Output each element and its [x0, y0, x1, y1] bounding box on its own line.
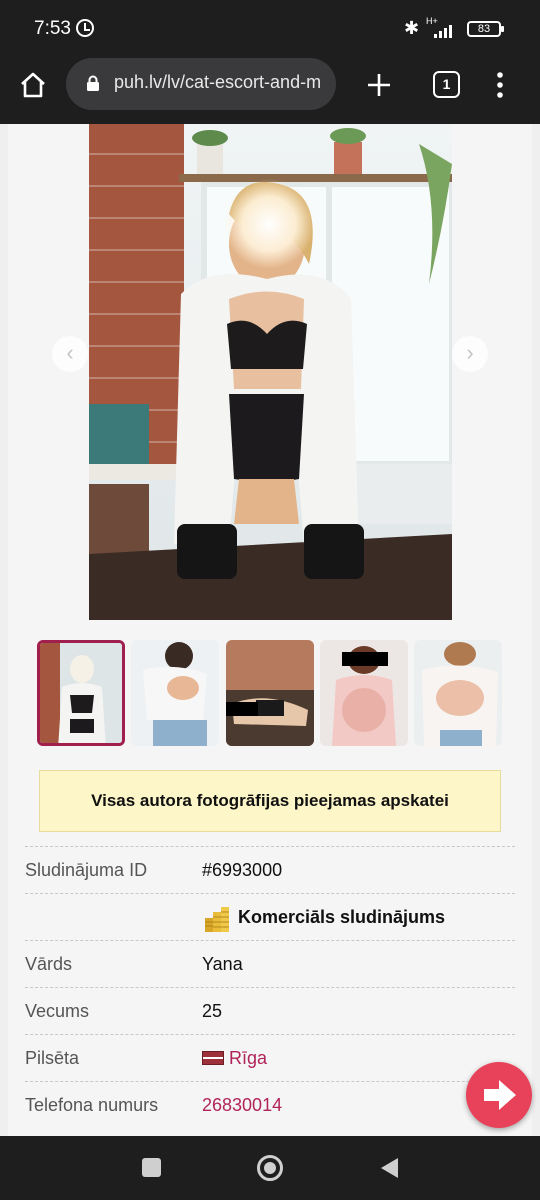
detail-row-commercial: Komerciāls sludinājums — [25, 893, 515, 940]
name-label: Vārds — [25, 954, 73, 974]
commercial-label: Komerciāls sludinājums — [238, 907, 446, 927]
thumbnail-4[interactable] — [320, 640, 408, 746]
name-value: Yana — [202, 954, 243, 974]
coins-icon — [205, 907, 229, 932]
city-link[interactable]: Rīga — [202, 1048, 267, 1069]
page-content[interactable]: ‹ › Visas autora fotogrāfijas pieejamas … — [0, 124, 540, 1136]
thumbnail-1[interactable] — [37, 640, 125, 746]
city-value[interactable]: Rīga — [229, 1048, 267, 1068]
battery-icon: 83 — [467, 21, 504, 37]
lock-icon — [87, 75, 99, 91]
alarm-icon — [76, 19, 94, 37]
detail-row-city: Pilsēta Rīga — [25, 1034, 515, 1081]
age-value: 25 — [202, 1001, 223, 1021]
back-icon[interactable] — [378, 1156, 400, 1180]
home-icon[interactable] — [18, 70, 48, 100]
home-nav-icon[interactable] — [257, 1155, 283, 1181]
gallery-prev-button[interactable]: ‹ — [52, 336, 88, 372]
url-bar[interactable]: puh.lv/lv/cat-escort-and-m — [66, 58, 336, 110]
new-tab-icon[interactable] — [364, 70, 394, 100]
city-label: Pilsēta — [25, 1048, 80, 1068]
overflow-menu-icon[interactable] — [494, 70, 506, 100]
recents-icon[interactable] — [142, 1158, 161, 1177]
phone-label: Telefona numurs — [25, 1095, 159, 1115]
id-label: Sludinājuma ID — [25, 860, 148, 880]
status-time: 7:53 — [34, 18, 71, 39]
url-text[interactable]: puh.lv/lv/cat-escort-and-m — [114, 72, 321, 93]
next-listing-button[interactable] — [466, 1062, 532, 1128]
thumbnail-5[interactable] — [414, 640, 502, 746]
listing-page: ‹ › Visas autora fotogrāfijas pieejamas … — [8, 124, 532, 1136]
status-bar: 7:53 ✱ H+ 83 — [0, 0, 540, 58]
photos-notice: Visas autora fotogrāfijas pieejamas apsk… — [39, 770, 501, 832]
thumbnail-3[interactable] — [226, 640, 314, 746]
detail-row-name: Vārds Yana — [25, 940, 515, 987]
signal-icon: H+ — [426, 16, 462, 40]
gallery-next-button[interactable]: › — [452, 336, 488, 372]
details-table: Sludinājuma ID #6993000 Komerciāls sludi… — [25, 846, 515, 1128]
detail-row-id: Sludinājuma ID #6993000 — [25, 846, 515, 893]
thumbnail-strip — [37, 640, 507, 748]
age-label: Vecums — [25, 1001, 90, 1021]
phone-link[interactable]: 26830014 — [202, 1095, 282, 1116]
tab-switcher-button[interactable]: 1 — [433, 71, 460, 98]
bluetooth-icon: ✱ — [404, 18, 420, 38]
main-photo[interactable] — [89, 124, 452, 620]
system-nav-bar — [0, 1136, 540, 1200]
thumbnail-2[interactable] — [131, 640, 219, 746]
id-value: #6993000 — [202, 860, 283, 880]
browser-toolbar: puh.lv/lv/cat-escort-and-m 1 — [0, 58, 540, 124]
arrow-right-icon — [484, 1080, 516, 1110]
detail-row-phone: Telefona numurs 26830014 — [25, 1081, 515, 1128]
latvia-flag-icon — [202, 1051, 224, 1065]
detail-row-age: Vecums 25 — [25, 987, 515, 1034]
